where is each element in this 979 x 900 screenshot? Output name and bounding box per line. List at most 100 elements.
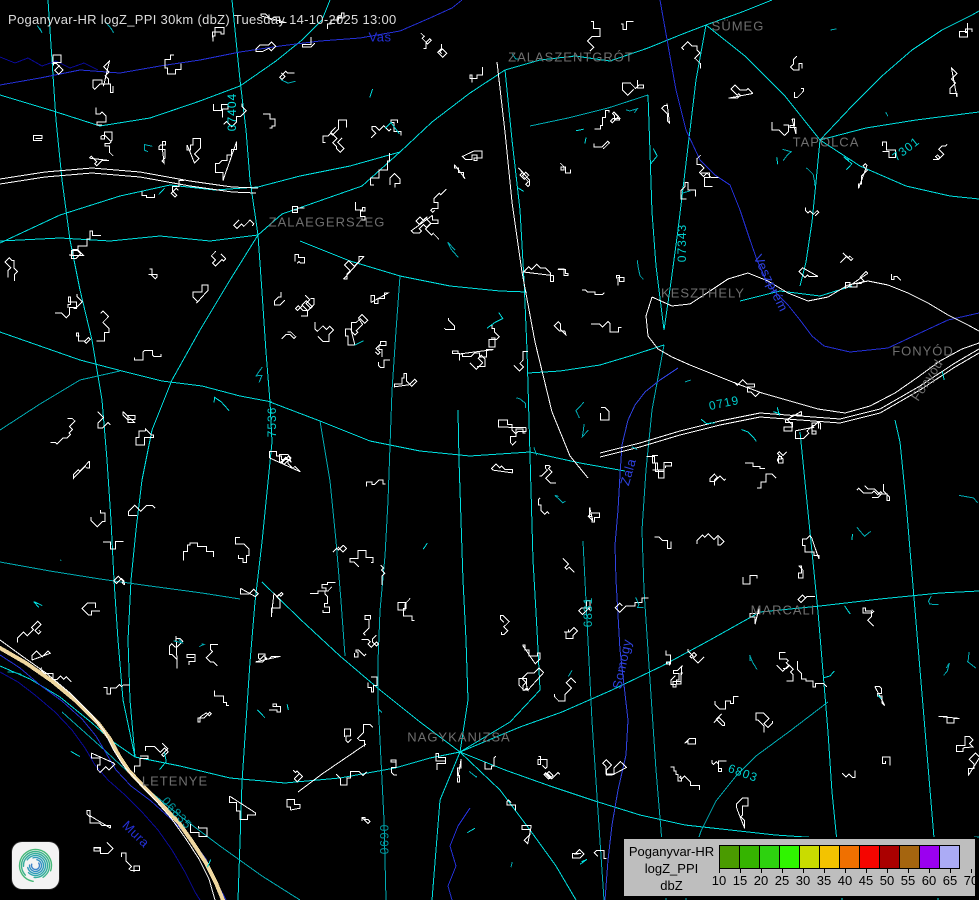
- minor-road-segment: [852, 534, 853, 540]
- settlement-outline: [398, 598, 414, 620]
- settlement-outline: [371, 293, 388, 303]
- legend-swatch: [799, 845, 820, 869]
- settlement-outline: [355, 650, 367, 657]
- settlement-outline: [350, 550, 373, 567]
- settlement-outline: [616, 276, 624, 286]
- minor-road-segment: [777, 157, 778, 164]
- minor-road-segment: [159, 188, 165, 195]
- settlement-outline: [514, 351, 528, 371]
- legend-tick-label: 55: [901, 873, 915, 888]
- settlement-outline: [287, 800, 300, 811]
- legend-tick-label: 70: [964, 873, 978, 888]
- city-label: MARCALI: [751, 603, 816, 618]
- legend-swatch: [759, 845, 780, 869]
- settlement-outline: [682, 42, 701, 69]
- settlement-outline: [101, 132, 112, 141]
- settlement-outline: [363, 616, 370, 636]
- settlement-outline: [96, 108, 106, 125]
- city-label: ZALASZENTGRÓT: [508, 50, 634, 65]
- lake-balaton-layer: [600, 273, 979, 457]
- settlement-outline: [710, 474, 726, 486]
- settlement-outline: [438, 44, 447, 57]
- settlement-outline: [159, 142, 165, 164]
- minor-road-segment: [534, 447, 537, 455]
- minor-road-segment: [783, 149, 792, 161]
- settlement-outline: [114, 576, 125, 585]
- minor-road-segment: [650, 149, 657, 165]
- settlement-outline: [421, 33, 431, 48]
- legend-swatch: [859, 845, 880, 869]
- settlement-outline: [805, 207, 818, 216]
- legend-swatch: [839, 845, 860, 869]
- road-number-label: 0690: [377, 825, 391, 856]
- legend-caption-line2: logZ_PPI: [624, 861, 719, 878]
- minor-road-segment: [582, 424, 588, 437]
- settlement-outline: [968, 753, 979, 776]
- settlement-outline: [554, 322, 566, 335]
- settlement-outline: [558, 269, 568, 276]
- settlement-outline: [351, 315, 368, 336]
- settlement-outline: [206, 645, 218, 666]
- settlement-outline: [470, 67, 483, 82]
- settlement-outline: [563, 559, 575, 573]
- minor-road-segment: [199, 644, 204, 647]
- legend-tick-label: 60: [922, 873, 936, 888]
- legend-swatch: [739, 845, 760, 869]
- settlement-outline: [269, 704, 281, 712]
- minor-road-segment: [701, 419, 715, 423]
- settlement-outline: [959, 23, 972, 37]
- settlement-outline: [323, 587, 332, 612]
- legend-caption-unit: dbZ: [624, 878, 719, 895]
- settlement-outline: [610, 112, 620, 123]
- settlement-outline: [142, 192, 154, 198]
- settlement-outline: [588, 508, 599, 523]
- settlement-outline: [391, 760, 397, 775]
- settlement-outline: [368, 677, 377, 692]
- city-label: NAGYKANIZSA: [407, 730, 510, 745]
- settlement-outline: [371, 126, 391, 138]
- settlement-outline: [523, 645, 540, 664]
- settlement-outline: [680, 776, 700, 790]
- settlement-outline: [87, 810, 111, 828]
- settlement-outline: [933, 144, 947, 159]
- settlement-outline: [560, 163, 570, 173]
- minor-road-segment: [8, 672, 22, 675]
- minor-road-segment: [34, 602, 42, 608]
- settlement-outline: [362, 817, 370, 823]
- legend-tick-label: 50: [880, 873, 894, 888]
- settlement-outline: [875, 687, 885, 706]
- settlement-outline: [594, 141, 609, 149]
- city-label: KESZTHELY: [661, 286, 745, 301]
- settlement-outline: [790, 119, 796, 134]
- road-number-label: 7536: [265, 407, 279, 438]
- settlement-outline: [122, 853, 140, 872]
- settlement-outline: [444, 318, 454, 330]
- settlement-outline: [135, 756, 148, 772]
- settlement-outline: [772, 122, 789, 135]
- settlement-outline: [745, 463, 765, 469]
- settlement-outline: [846, 272, 868, 289]
- settlement-outline: [489, 325, 499, 347]
- settlement-outline: [149, 269, 157, 279]
- settlement-outline: [411, 215, 438, 233]
- minor-road-segment: [580, 859, 587, 864]
- spiral-icon: [12, 842, 59, 889]
- settlement-outline: [956, 737, 973, 752]
- settlement-outline: [600, 408, 609, 420]
- minor-road-segment: [929, 596, 939, 605]
- minor-road-segment: [845, 606, 851, 614]
- settlement-outline: [136, 429, 153, 445]
- settlement-outline: [82, 603, 100, 615]
- settlement-outline: [756, 713, 773, 733]
- settlement-outline: [211, 251, 225, 266]
- settlement-outline: [454, 165, 465, 179]
- settlement-outline: [701, 173, 713, 187]
- settlement-outline: [784, 411, 801, 430]
- minor-road-segment: [511, 862, 512, 867]
- settlement-outline: [794, 88, 803, 97]
- legend-tick-label: 40: [838, 873, 852, 888]
- color-legend: Poganyvar-HR logZ_PPI dbZ 10152025303540…: [622, 837, 977, 898]
- settlement-outline: [362, 635, 379, 647]
- minor-road-segment: [287, 704, 288, 710]
- settlement-outline: [215, 142, 236, 181]
